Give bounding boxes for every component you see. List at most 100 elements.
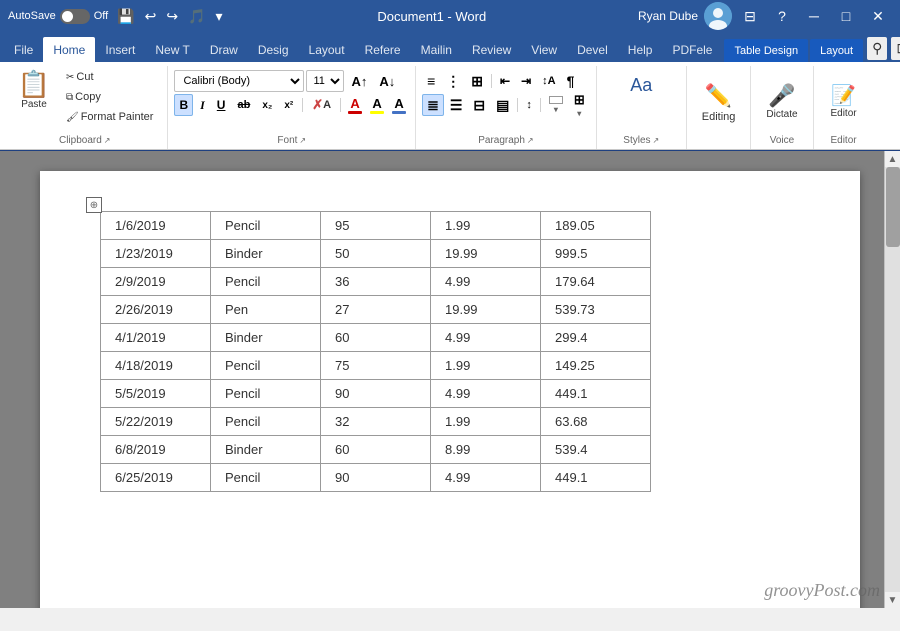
tab-review[interactable]: Review [462,37,521,62]
table-cell-total: 179.64 [541,268,651,296]
minimize-button[interactable]: ─ [800,2,828,30]
font-label: Font ↗ [174,135,409,149]
font-expand-icon[interactable]: ↗ [299,136,306,145]
close-button[interactable]: ✕ [864,2,892,30]
text-color-bar [348,111,362,114]
superscript-button[interactable]: x² [279,94,298,116]
justify-button[interactable]: ▤ [491,94,514,116]
font-row-2: B I U ab x₂ x² ✗A A A [174,94,409,116]
redo-button[interactable]: ↪ [163,6,181,27]
align-right-button[interactable]: ⊟ [468,94,490,116]
ribbon-display-button[interactable]: ⊟ [736,2,764,30]
tab-new-t[interactable]: New T [145,37,199,62]
scroll-down-button[interactable]: ▼ [885,592,900,608]
highlight-button[interactable]: A [367,95,387,116]
tab-file[interactable]: File [4,37,43,62]
font-family-select[interactable]: Calibri (Body) [174,70,304,92]
scroll-thumb[interactable] [886,167,900,247]
copy-label: Copy [75,91,101,103]
scroll-up-button[interactable]: ▲ [885,151,900,167]
align-center-button[interactable]: ☰ [445,94,468,116]
ribbon-search-button[interactable]: ⚲ [867,37,887,60]
tab-help[interactable]: Help [618,37,663,62]
dictate-button[interactable]: 🎤 Dictate [757,80,806,125]
maximize-button[interactable]: □ [832,2,860,30]
cut-button[interactable]: ✂ Cut [60,68,159,86]
tab-references[interactable]: Refere [355,37,411,62]
font-size-select[interactable]: 11 [306,70,344,92]
font-color-button[interactable]: A [389,95,409,116]
tab-table-design[interactable]: Table Design [724,39,808,62]
bold-button[interactable]: B [174,94,193,116]
table-cell-price: 4.99 [431,268,541,296]
tab-pdfele[interactable]: PDFele [662,37,722,62]
styles-button[interactable]: Aa [617,70,665,101]
copy-icon: ⧉ [66,92,73,103]
copy-button[interactable]: ⧉ Copy [60,88,159,106]
para-row-1: ≡ ⋮ ⊞ ⇤ ⇥ ↕A ¶ [422,70,579,92]
increase-indent-button[interactable]: ⇥ [516,70,536,92]
autosave-toggle[interactable] [60,9,90,24]
tab-insert[interactable]: Insert [95,37,145,62]
ribbon-share-button[interactable]: ⊡ [891,37,900,60]
strikethrough-button[interactable]: ab [232,94,255,116]
clear-formatting-button[interactable]: ✗A [307,94,336,116]
tab-draw[interactable]: Draw [200,37,248,62]
clipboard-group-content: 📋 Paste ✂ Cut ⧉ Copy 🖌 Format Painter [10,66,159,135]
increase-font-button[interactable]: A↑ [346,70,372,92]
editor-button[interactable]: 📝 Editor [821,81,865,124]
tab-developer[interactable]: Devel [567,37,618,62]
table-move-handle[interactable]: ⊕ [86,197,102,213]
table-row: 1/23/2019Binder5019.99999.5 [101,240,651,268]
paste-button[interactable]: 📋 Paste [10,68,58,113]
editing-button[interactable]: ✏️ Editing [693,78,745,128]
multilevel-button[interactable]: ⊞ [466,70,488,92]
borders-button[interactable]: ⊞ ▾ [569,94,590,116]
autosave-options-button[interactable]: 🎵 [185,6,208,27]
show-marks-button[interactable]: ¶ [562,70,580,92]
ribbon: File Home Insert New T Draw Desig Layout… [0,32,900,151]
editing-icon: ✏️ [705,83,732,109]
clipboard-group: 📋 Paste ✂ Cut ⧉ Copy 🖌 Format Painter [4,66,168,149]
ribbon-tabs: File Home Insert New T Draw Desig Layout… [0,32,900,62]
decrease-font-button[interactable]: A↓ [374,70,400,92]
tab-home[interactable]: Home [43,37,95,62]
table-cell-item: Pencil [211,380,321,408]
line-spacing-button[interactable]: ↕ [521,94,537,116]
table-cell-date: 6/25/2019 [101,464,211,492]
table-cell-date: 1/6/2019 [101,212,211,240]
decrease-indent-button[interactable]: ⇤ [495,70,515,92]
tab-layout-table[interactable]: Layout [810,39,863,62]
clipboard-expand-icon[interactable]: ↗ [104,136,111,145]
subscript-button[interactable]: x₂ [257,94,277,116]
more-commands-button[interactable]: ▾ [213,6,226,27]
voice-label: Voice [757,135,806,149]
paragraph-expand-icon[interactable]: ↗ [527,136,534,145]
shading-button[interactable]: ▾ [544,94,568,116]
tab-design[interactable]: Desig [248,37,299,62]
tab-view[interactable]: View [521,37,567,62]
table-cell-total: 539.73 [541,296,651,324]
table-row: 1/6/2019Pencil951.99189.05 [101,212,651,240]
table-cell-item: Pencil [211,352,321,380]
format-painter-button[interactable]: 🖌 Format Painter [60,108,159,126]
sort-button[interactable]: ↕A [537,70,560,92]
text-color-button[interactable]: A [345,95,365,116]
tab-mailings[interactable]: Mailin [411,37,462,62]
table-row: 6/8/2019Binder608.99539.4 [101,436,651,464]
table-cell-price: 1.99 [431,212,541,240]
bullets-button[interactable]: ≡ [422,70,440,92]
highlight-icon: A [372,97,381,110]
italic-button[interactable]: I [195,94,210,116]
align-left-button[interactable]: ≣ [422,94,444,116]
tab-layout[interactable]: Layout [299,37,355,62]
help-button[interactable]: ? [768,2,796,30]
styles-expand-icon[interactable]: ↗ [653,136,660,145]
undo-button[interactable]: ↩ [142,6,160,27]
numbering-button[interactable]: ⋮ [441,70,465,92]
save-button[interactable]: 💾 [114,6,137,27]
styles-label: Styles ↗ [603,135,680,149]
shading-dropdown-icon: ▾ [554,105,558,114]
underline-button[interactable]: U [212,94,231,116]
user-area: Ryan Dube [638,2,732,30]
